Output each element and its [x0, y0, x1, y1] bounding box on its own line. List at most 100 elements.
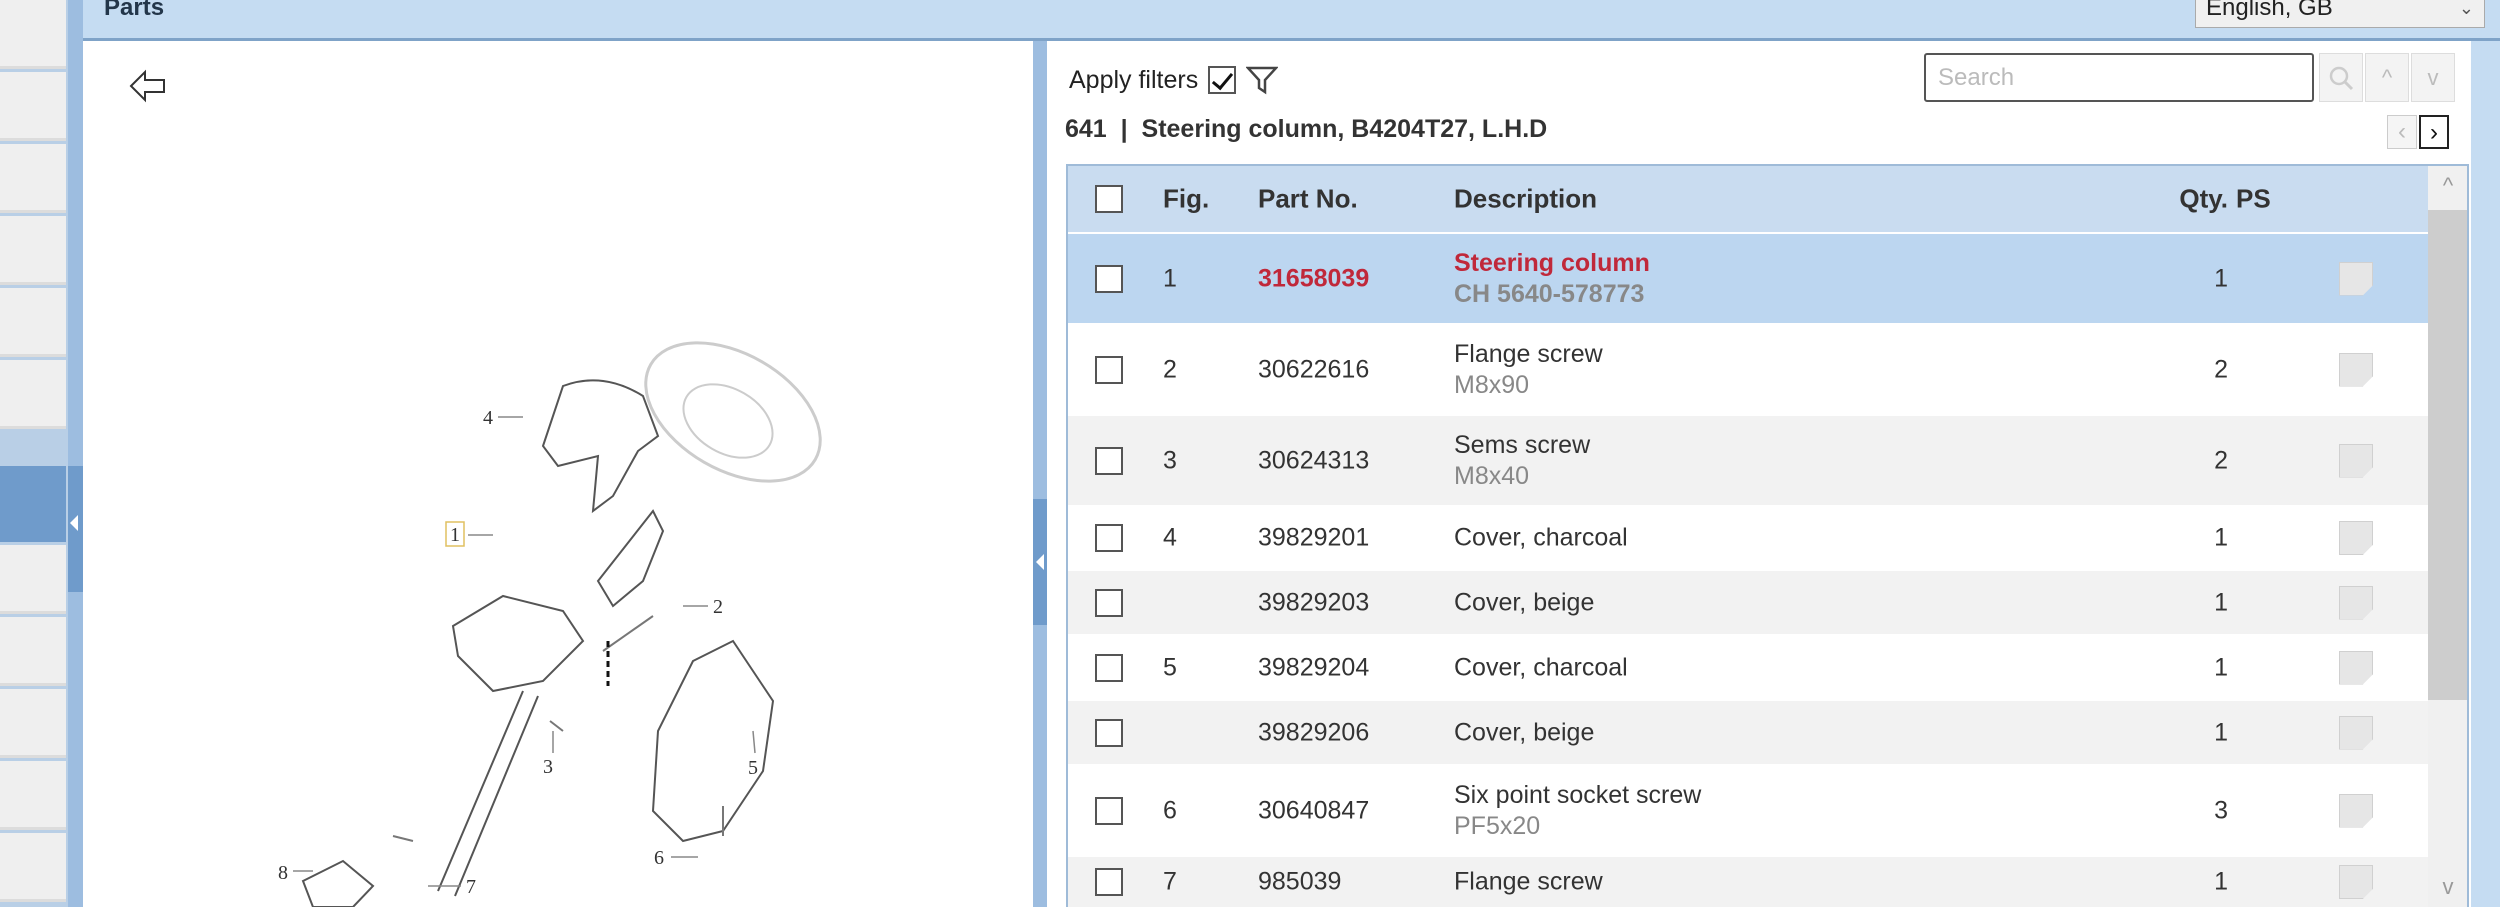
callout-7[interactable]: 7 — [466, 876, 476, 898]
select-all-checkbox[interactable] — [1095, 185, 1123, 213]
table-row[interactable]: 5 39829204 Cover, charcoal 1 — [1068, 636, 2428, 699]
sidebar-tile[interactable] — [0, 0, 66, 69]
note-icon[interactable] — [2339, 715, 2373, 750]
part-number[interactable]: 39829201 — [1258, 524, 1369, 553]
parts-table: Fig. Part No. Description Qty. PS 1 31658… — [1066, 164, 2469, 907]
apply-filters: Apply filters — [1069, 65, 1279, 95]
fig-number: 6 — [1163, 796, 1177, 824]
scrollbar-thumb[interactable] — [2428, 210, 2467, 700]
search-button[interactable] — [2319, 53, 2363, 102]
table-row[interactable]: 6 30640847 Six point socket screw PF5x20 3 — [1068, 766, 2428, 855]
callout-8[interactable]: 8 — [278, 862, 288, 884]
sidebar-tile[interactable] — [0, 761, 66, 830]
fig-number: 5 — [1163, 653, 1177, 681]
scroll-down-icon[interactable]: v — [2428, 867, 2467, 907]
language-select[interactable]: English, GB ⌄ — [2195, 0, 2485, 28]
table-row[interactable]: 39829203 Cover, beige 1 — [1068, 571, 2428, 634]
row-checkbox[interactable] — [1095, 796, 1123, 825]
callout-2[interactable]: 2 — [713, 596, 723, 618]
search-prev-button[interactable]: ^ — [2365, 53, 2409, 102]
description: Cover, charcoal — [1454, 523, 1628, 554]
note-icon[interactable] — [2339, 443, 2373, 478]
fig-number: 1 — [1163, 264, 1177, 292]
part-number[interactable]: 985039 — [1258, 868, 1341, 897]
scroll-up-icon[interactable]: ^ — [2428, 166, 2467, 206]
apply-filters-checkbox[interactable] — [1208, 66, 1237, 94]
sidebar-tile[interactable] — [0, 833, 66, 902]
description: Cover, beige — [1454, 717, 1594, 748]
next-page-button[interactable]: › — [2419, 115, 2449, 149]
description-detail: CH 5640-578773 — [1454, 279, 1645, 308]
sidebar-tile[interactable] — [0, 72, 66, 141]
parts-panel: Apply filters ^ v 641 | Steering column,… — [1047, 41, 2471, 907]
filter-icon[interactable] — [1246, 65, 1279, 95]
row-checkbox[interactable] — [1095, 653, 1123, 682]
callout-4[interactable]: 4 — [483, 407, 493, 429]
sidebar-tile[interactable] — [0, 360, 66, 429]
prev-page-button[interactable]: ‹ — [2387, 115, 2417, 149]
breadcrumb: 641 | Steering column, B4204T27, L.H.D — [1065, 115, 1547, 144]
sidebar-tile[interactable] — [0, 617, 66, 686]
part-number[interactable]: 30640847 — [1258, 796, 1369, 825]
callout-3[interactable]: 3 — [543, 756, 553, 778]
description: Six point socket screw PF5x20 — [1454, 780, 1701, 842]
callout-6[interactable]: 6 — [654, 847, 664, 869]
row-checkbox[interactable] — [1095, 264, 1123, 293]
callout-1[interactable]: 1 — [450, 524, 460, 546]
table-row[interactable]: 7 985039 Flange screw 1 — [1068, 857, 2428, 907]
callout-5[interactable]: 5 — [748, 757, 758, 779]
part-number[interactable]: 30622616 — [1258, 355, 1369, 384]
panel-splitter[interactable] — [1033, 41, 1047, 907]
table-row[interactable]: 39829206 Cover, beige 1 — [1068, 701, 2428, 764]
sidebar-tile[interactable] — [0, 216, 66, 285]
part-number[interactable]: 30624313 — [1258, 446, 1369, 475]
lower-cover — [651, 639, 775, 843]
table-row[interactable]: 2 30622616 Flange screw M8x90 2 — [1068, 325, 2428, 414]
note-icon[interactable] — [2339, 650, 2373, 685]
table-row[interactable]: 3 30624313 Sems screw M8x40 2 — [1068, 416, 2428, 505]
sidebar-tile[interactable] — [0, 144, 66, 213]
column-ps[interactable]: PS — [2236, 184, 2271, 215]
column-fig[interactable]: Fig. — [1163, 184, 1209, 215]
part-number[interactable]: 39829203 — [1258, 588, 1369, 617]
row-checkbox[interactable] — [1095, 718, 1123, 747]
row-checkbox[interactable] — [1095, 588, 1123, 617]
quantity: 3 — [2214, 796, 2228, 824]
description: Flange screw — [1454, 867, 1603, 898]
quantity: 1 — [2214, 264, 2228, 292]
sidebar-tile[interactable] — [0, 288, 66, 357]
note-icon[interactable] — [2339, 865, 2373, 899]
row-checkbox[interactable] — [1095, 355, 1123, 384]
note-icon[interactable] — [2339, 521, 2373, 555]
part-number[interactable]: 39829204 — [1258, 653, 1369, 682]
row-checkbox[interactable] — [1095, 868, 1123, 896]
language-value: English, GB — [2206, 0, 2333, 21]
note-icon[interactable] — [2339, 793, 2373, 828]
search-next-button[interactable]: v — [2411, 53, 2455, 102]
note-icon[interactable] — [2339, 352, 2373, 387]
page-title: Parts — [104, 0, 165, 21]
table-scrollbar[interactable]: ^ v — [2428, 166, 2467, 907]
part-number[interactable]: 39829206 — [1258, 718, 1369, 747]
column-description[interactable]: Description — [1454, 184, 1597, 215]
column-part-no[interactable]: Part No. — [1258, 184, 1358, 215]
note-icon[interactable] — [2339, 585, 2373, 620]
table-row[interactable]: 4 39829201 Cover, charcoal 1 — [1068, 507, 2428, 569]
illustration-title: Steering column, B4204T27, L.H.D — [1141, 115, 1548, 143]
column-qty[interactable]: Qty. — [2179, 184, 2228, 215]
sidebar-tile[interactable] — [0, 545, 66, 614]
part-number[interactable]: 31658039 — [1258, 264, 1369, 293]
header: Parts English, GB ⌄ — [83, 0, 2500, 41]
row-checkbox[interactable] — [1095, 446, 1123, 475]
note-icon[interactable] — [2339, 261, 2373, 296]
sidebar-tile[interactable] — [0, 689, 66, 758]
table-row[interactable]: 1 31658039 Steering column CH 5640-578773 1 — [1068, 234, 2428, 323]
row-checkbox[interactable] — [1095, 524, 1123, 552]
description-detail: M8x90 — [1454, 370, 1530, 399]
description-detail: PF5x20 — [1454, 811, 1541, 840]
search-input[interactable] — [1924, 53, 2314, 102]
quantity: 2 — [2214, 446, 2228, 474]
sidebar-tile-selected[interactable] — [0, 466, 66, 542]
sidebar-collapse-handle[interactable] — [68, 0, 83, 907]
quantity: 1 — [2214, 718, 2228, 746]
